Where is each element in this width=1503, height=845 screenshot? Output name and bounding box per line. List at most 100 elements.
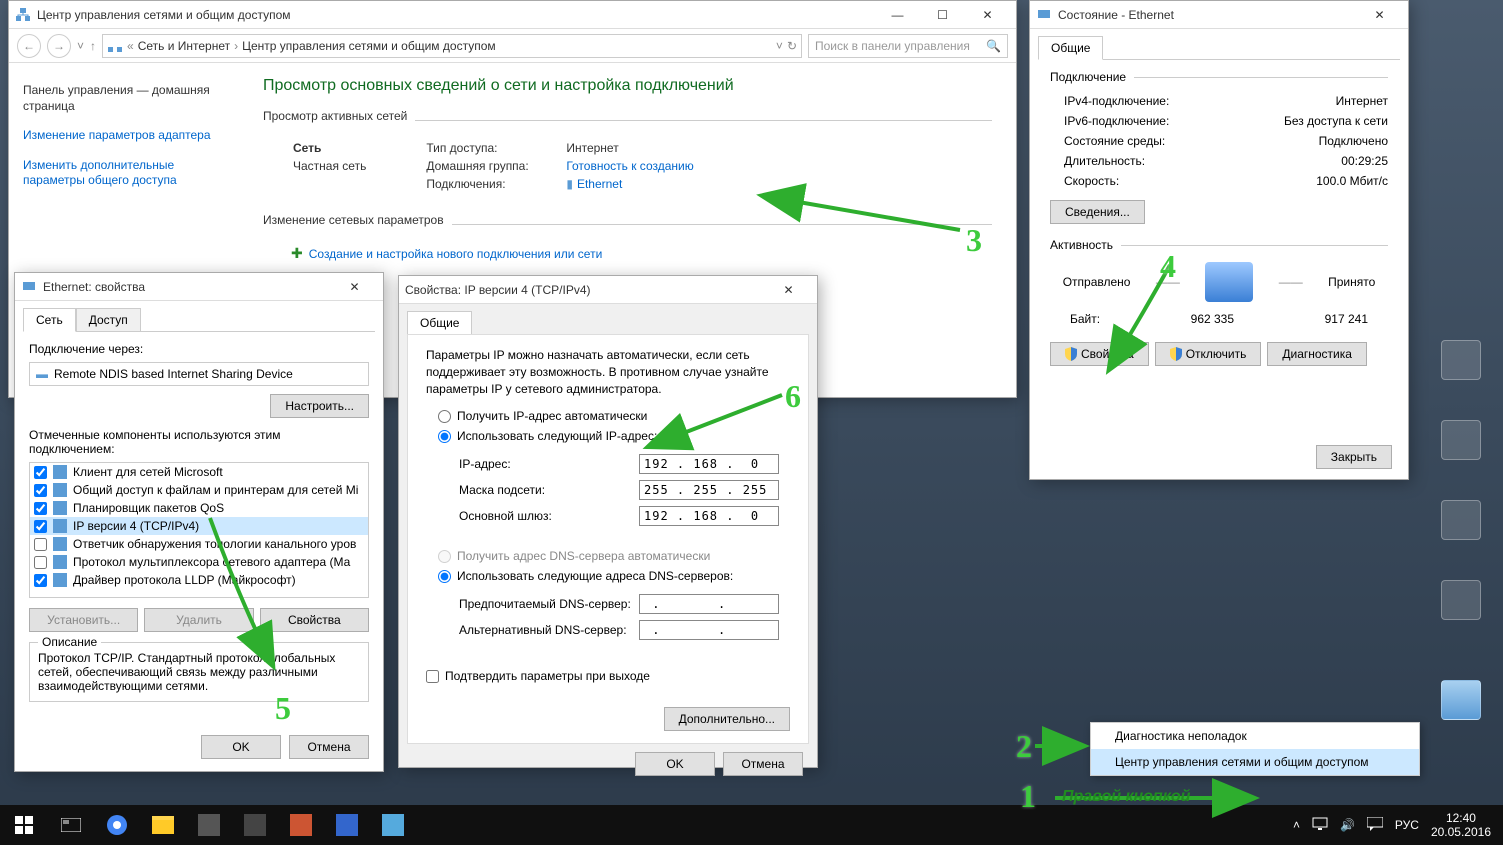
toolbar: ← → ˅ ↑ « Сеть и Интернет › Центр управл… <box>9 29 1016 63</box>
network-context-menu: Диагностика неполадок Центр управления с… <box>1090 722 1420 776</box>
taskbar-app-icon[interactable] <box>278 805 324 845</box>
volume-icon[interactable]: 🔊 <box>1340 818 1355 832</box>
close-button[interactable]: ✕ <box>1357 1 1402 29</box>
component-item[interactable]: Планировщик пакетов QoS <box>30 499 368 517</box>
disable-button[interactable]: Отключить <box>1155 342 1262 366</box>
sidebar-sharing-settings[interactable]: Изменить дополнительные параметры общего… <box>23 158 225 189</box>
titlebar: Центр управления сетями и общим доступом… <box>9 1 1016 29</box>
component-item[interactable]: Клиент для сетей Microsoft <box>30 463 368 481</box>
clock[interactable]: 12:40 20.05.2016 <box>1431 811 1491 840</box>
radio-manual-ip[interactable]: Использовать следующий IP-адрес: <box>438 429 790 443</box>
ok-button[interactable]: OK <box>635 752 715 776</box>
network-tray-icon[interactable] <box>1312 817 1328 834</box>
taskbar-app-icon[interactable] <box>186 805 232 845</box>
explorer-icon[interactable] <box>140 805 186 845</box>
tab-sharing[interactable]: Доступ <box>76 308 141 332</box>
advanced-button[interactable]: Дополнительно... <box>664 707 790 731</box>
up-button[interactable]: ↑ <box>90 39 96 53</box>
maximize-button[interactable]: ☐ <box>920 1 965 29</box>
ctx-troubleshoot[interactable]: Диагностика неполадок <box>1091 723 1419 749</box>
cancel-button[interactable]: Отмена <box>289 735 369 759</box>
tray-chevron-icon[interactable]: ˄ <box>1293 818 1300 832</box>
component-item[interactable]: IP версии 4 (TCP/IPv4) <box>30 517 368 535</box>
component-item[interactable]: Ответчик обнаружения топологии канальног… <box>30 535 368 553</box>
validate-checkbox[interactable]: Подтвердить параметры при выходе <box>426 669 790 683</box>
desktop-icon[interactable] <box>1436 500 1486 560</box>
network-type: Частная сеть <box>293 159 366 173</box>
ipv4-properties-window: Свойства: IP версии 4 (TCP/IPv4) ✕ Общие… <box>398 275 818 768</box>
desktop-icon[interactable] <box>1436 340 1486 400</box>
sidebar-adapter-settings[interactable]: Изменение параметров адаптера <box>23 128 225 144</box>
radio-auto-ip[interactable]: Получить IP-адрес автоматически <box>438 409 790 423</box>
radio-auto-dns: Получить адрес DNS-сервера автоматически <box>438 549 790 563</box>
install-button[interactable]: Установить... <box>29 608 138 632</box>
adapter-icon: ▬ <box>36 367 48 381</box>
uninstall-button[interactable]: Удалить <box>144 608 253 632</box>
window-title: Состояние - Ethernet <box>1058 8 1357 22</box>
component-item[interactable]: Драйвер протокола LLDP (Майкрософт) <box>30 571 368 589</box>
ip-address-input[interactable] <box>639 454 779 474</box>
start-button[interactable] <box>0 805 48 845</box>
breadcrumb-part[interactable]: Сеть и Интернет <box>138 39 230 53</box>
close-button[interactable]: ✕ <box>332 273 377 301</box>
properties-button[interactable]: Свойства <box>1050 342 1149 366</box>
close-button[interactable]: ✕ <box>965 1 1010 29</box>
plus-icon: ✚ <box>291 245 303 262</box>
ok-button[interactable]: OK <box>201 735 281 759</box>
desktop-icon[interactable] <box>1436 580 1486 640</box>
ethernet-link[interactable]: Ethernet <box>577 177 622 191</box>
network-name: Сеть <box>293 141 366 155</box>
device-box: ▬ Remote NDIS based Internet Sharing Dev… <box>29 362 369 386</box>
taskbar-app-icon[interactable] <box>370 805 416 845</box>
component-icon <box>53 519 67 533</box>
component-item[interactable]: Общий доступ к файлам и принтерам для се… <box>30 481 368 499</box>
search-input[interactable]: Поиск в панели управления 🔍 <box>808 34 1008 58</box>
gateway-input[interactable] <box>639 506 779 526</box>
taskbar-app-icon[interactable] <box>232 805 278 845</box>
dns1-input[interactable] <box>639 594 779 614</box>
homegroup-link[interactable]: Готовность к созданию <box>566 159 693 173</box>
search-icon: 🔍 <box>986 39 1001 53</box>
network-center-icon <box>15 7 31 23</box>
refresh-icon[interactable]: ↻ <box>787 39 797 53</box>
component-icon <box>53 465 67 479</box>
recycle-bin-icon[interactable] <box>1436 680 1486 740</box>
details-button[interactable]: Сведения... <box>1050 200 1145 224</box>
annotation-number: 6 <box>785 378 801 415</box>
taskview-icon[interactable] <box>48 805 94 845</box>
sidebar-home[interactable]: Панель управления — домашняя страница <box>23 83 225 114</box>
diagnose-button[interactable]: Диагностика <box>1267 342 1367 366</box>
close-button[interactable]: ✕ <box>766 276 811 304</box>
desktop-icon[interactable] <box>1436 420 1486 480</box>
new-connection-link[interactable]: ✚ Создание и настройка нового подключени… <box>291 245 992 262</box>
component-icon <box>53 555 67 569</box>
breadcrumb[interactable]: « Сеть и Интернет › Центр управления сет… <box>102 34 802 58</box>
subnet-mask-input[interactable] <box>639 480 779 500</box>
ctx-network-center[interactable]: Центр управления сетями и общим доступом <box>1091 749 1419 775</box>
dns2-input[interactable] <box>639 620 779 640</box>
language-indicator[interactable]: РУС <box>1395 818 1419 832</box>
annotation-number: 2 <box>1016 728 1032 765</box>
taskbar-app-icon[interactable] <box>324 805 370 845</box>
notifications-icon[interactable] <box>1367 817 1383 834</box>
component-item[interactable]: Протокол мультиплексора сетевого адаптер… <box>30 553 368 571</box>
tab-network[interactable]: Сеть <box>23 308 76 332</box>
tab-general[interactable]: Общие <box>1038 36 1103 60</box>
components-list[interactable]: Клиент для сетей MicrosoftОбщий доступ к… <box>29 462 369 598</box>
tab-general[interactable]: Общие <box>407 311 472 335</box>
shield-icon <box>1065 347 1077 361</box>
breadcrumb-dropdown-icon[interactable]: ˅ <box>776 39 783 53</box>
radio-manual-dns[interactable]: Использовать следующие адреса DNS-сервер… <box>438 569 790 583</box>
back-button[interactable]: ← <box>17 34 41 58</box>
cancel-button[interactable]: Отмена <box>723 752 803 776</box>
network-icon <box>21 279 37 295</box>
forward-button[interactable]: → <box>47 34 71 58</box>
status-window: Состояние - Ethernet ✕ Общие Подключение… <box>1029 0 1409 480</box>
minimize-button[interactable]: — <box>875 1 920 29</box>
chrome-icon[interactable] <box>94 805 140 845</box>
history-dropdown-icon[interactable]: ˅ <box>77 39 84 53</box>
component-properties-button[interactable]: Свойства <box>260 608 369 632</box>
configure-button[interactable]: Настроить... <box>270 394 369 418</box>
close-button[interactable]: Закрыть <box>1316 445 1392 469</box>
breadcrumb-part[interactable]: Центр управления сетями и общим доступом <box>242 39 496 53</box>
